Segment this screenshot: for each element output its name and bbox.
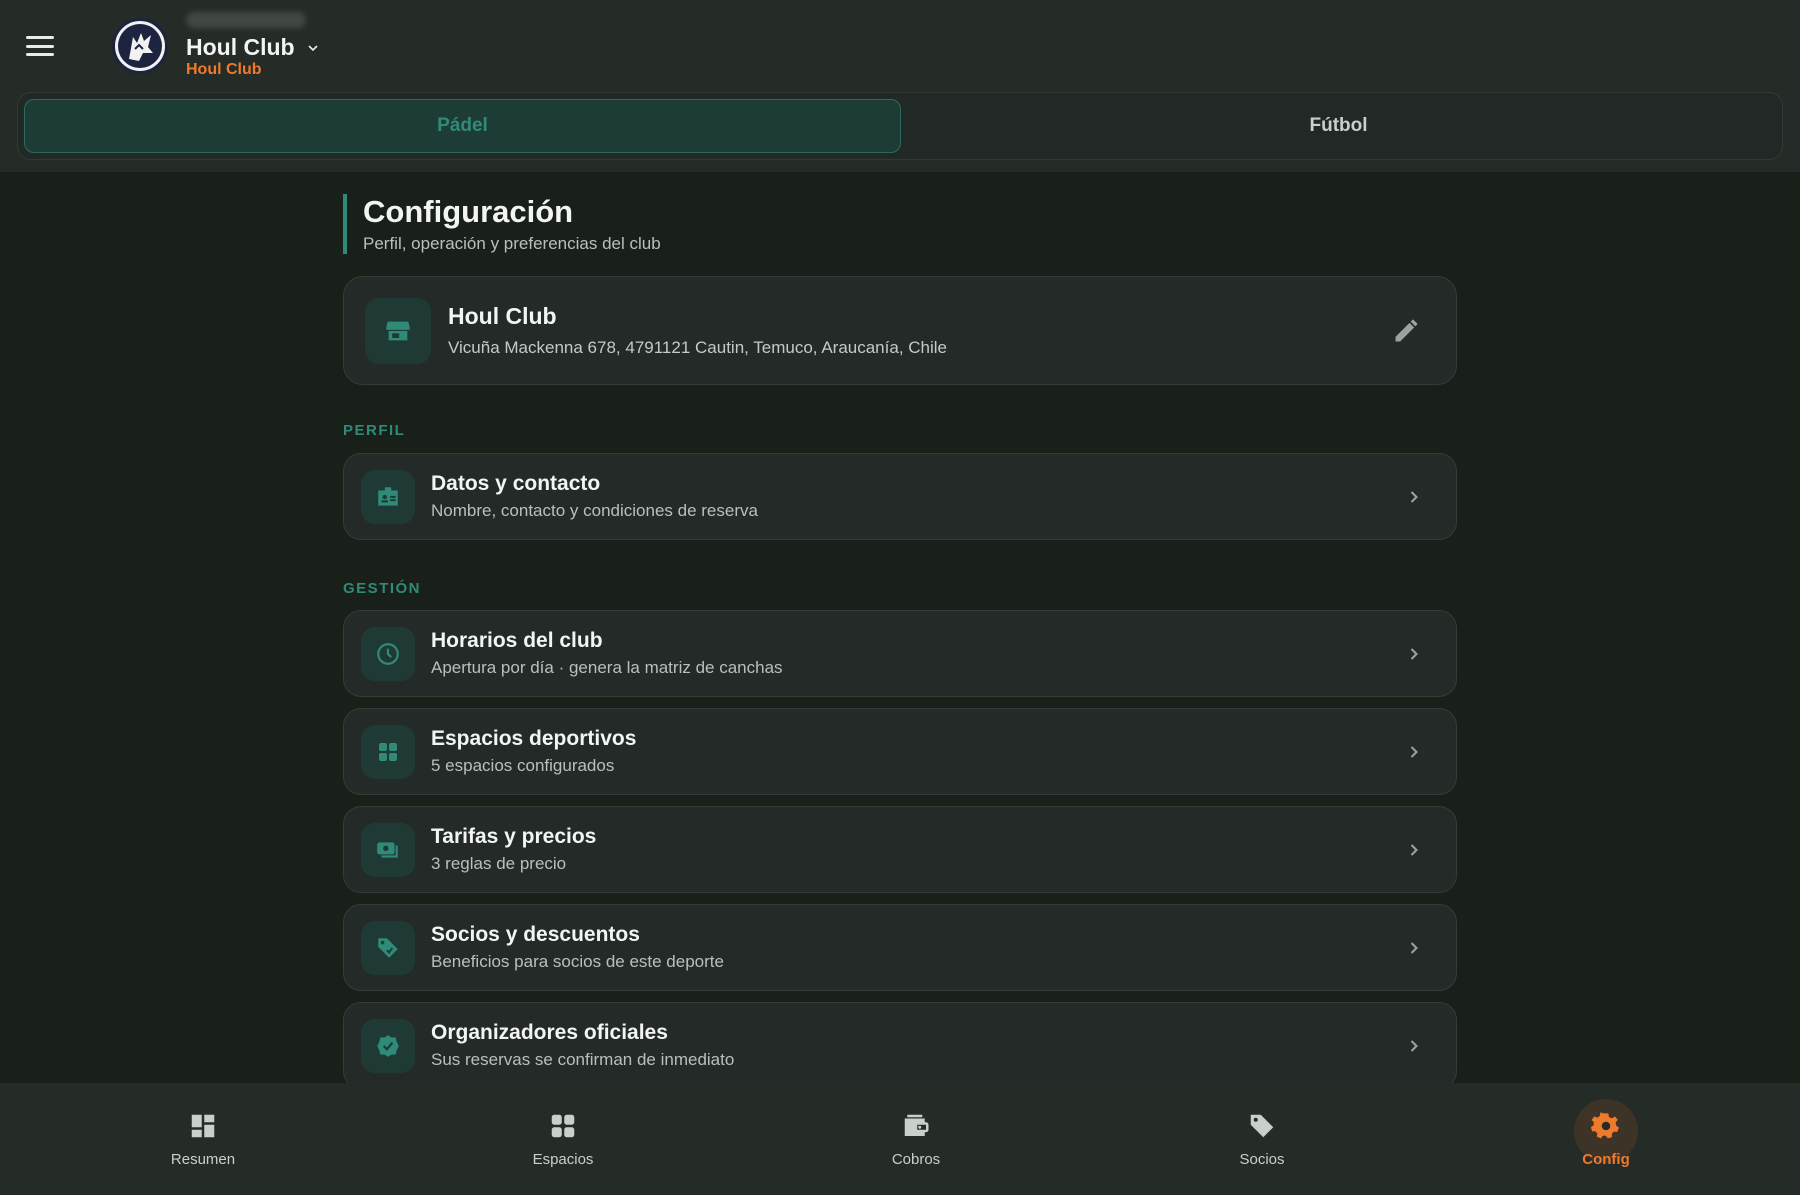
grid-icon — [551, 1114, 575, 1138]
sport-tabs: Pádel Fútbol — [17, 92, 1783, 160]
page-subtitle: Perfil, operación y preferencias del clu… — [363, 234, 661, 253]
row-subtitle: Sus reservas se confirman de inmediato — [431, 1050, 735, 1069]
row-tarifas[interactable]: Tarifas y precios 3 reglas de precio — [343, 806, 1457, 893]
tag-icon — [1250, 1114, 1274, 1138]
row-subtitle: Apertura por día · genera la matriz de c… — [431, 658, 783, 677]
club-address: Vicuña Mackenna 678, 4791121 Cautin, Tem… — [448, 338, 948, 357]
wallet-icon — [904, 1114, 929, 1136]
club-selector[interactable]: Houl Club — [186, 34, 321, 61]
chevron-right-icon — [1410, 942, 1418, 954]
row-subtitle: 5 espacios configurados — [431, 756, 615, 775]
section-label-perfil: PERFIL — [343, 422, 406, 439]
row-horarios[interactable]: Horarios del club Apertura por día · gen… — [343, 610, 1457, 697]
club-card: Houl Club Vicuña Mackenna 678, 4791121 C… — [343, 276, 1457, 385]
nav-label: Cobros — [891, 1151, 941, 1168]
menu-icon[interactable] — [22, 30, 58, 62]
top-bar: Houl Club Houl Club Pádel Fútbol — [0, 0, 1800, 172]
chevron-right-icon — [1410, 491, 1418, 503]
chevron-right-icon — [1410, 648, 1418, 660]
row-title: Horarios del club — [431, 629, 603, 652]
row-organizadores[interactable]: Organizadores oficiales Sus reservas se … — [343, 1002, 1457, 1089]
dashboard-icon — [191, 1114, 215, 1138]
chevron-right-icon — [1410, 1040, 1418, 1052]
row-title: Tarifas y precios — [431, 825, 597, 848]
verified-icon — [361, 1018, 415, 1073]
blurred-text — [186, 12, 306, 28]
nav-label: Espacios — [532, 1151, 594, 1168]
bottom-nav: Resumen Espacios Cobros Socios Config — [0, 1083, 1800, 1195]
page-header: Configuración Perfil, operación y prefer… — [343, 194, 1457, 254]
tag-icon — [361, 920, 415, 975]
nav-label: Config — [1582, 1151, 1630, 1168]
row-espacios[interactable]: Espacios deportivos 5 espacios configura… — [343, 708, 1457, 795]
tab-padel[interactable]: Pádel — [24, 99, 901, 153]
gear-icon — [1591, 1112, 1619, 1139]
nav-label: Resumen — [170, 1151, 236, 1168]
club-logo — [112, 18, 168, 74]
nav-resumen[interactable]: Resumen — [123, 1083, 283, 1195]
tab-futbol[interactable]: Fútbol — [901, 99, 1776, 153]
club-name: Houl Club — [448, 303, 557, 329]
row-title: Datos y contacto — [431, 472, 601, 495]
row-subtitle: 3 reglas de precio — [431, 854, 567, 873]
row-title: Socios y descuentos — [431, 923, 640, 946]
row-title: Espacios deportivos — [431, 727, 637, 750]
row-datos-contacto[interactable]: Datos y contacto Nombre, contacto y cond… — [343, 453, 1457, 540]
row-title: Organizadores oficiales — [431, 1021, 668, 1044]
club-title: Houl Club — [186, 34, 295, 60]
section-label-gestion: GESTIÓN — [343, 580, 422, 597]
nav-config[interactable]: Config — [1526, 1083, 1686, 1195]
main-content: Configuración Perfil, operación y prefer… — [343, 194, 1457, 1100]
club-subtitle: Houl Club — [186, 61, 262, 78]
row-socios[interactable]: Socios y descuentos Beneficios para soci… — [343, 904, 1457, 991]
money-icon — [361, 822, 415, 877]
nav-espacios[interactable]: Espacios — [483, 1083, 643, 1195]
grid-icon — [361, 724, 415, 779]
edit-icon[interactable] — [1392, 317, 1420, 345]
contact-card-icon — [361, 469, 415, 524]
nav-cobros[interactable]: Cobros — [836, 1083, 996, 1195]
clock-icon — [361, 626, 415, 681]
store-icon — [365, 297, 431, 364]
chevron-down-icon — [308, 44, 318, 51]
nav-socios[interactable]: Socios — [1182, 1083, 1342, 1195]
row-subtitle: Beneficios para socios de este deporte — [431, 952, 724, 971]
row-subtitle: Nombre, contacto y condiciones de reserv… — [431, 501, 758, 520]
nav-label: Socios — [1239, 1151, 1285, 1168]
chevron-right-icon — [1410, 746, 1418, 758]
chevron-right-icon — [1410, 844, 1418, 856]
page-title: Configuración — [363, 194, 574, 229]
